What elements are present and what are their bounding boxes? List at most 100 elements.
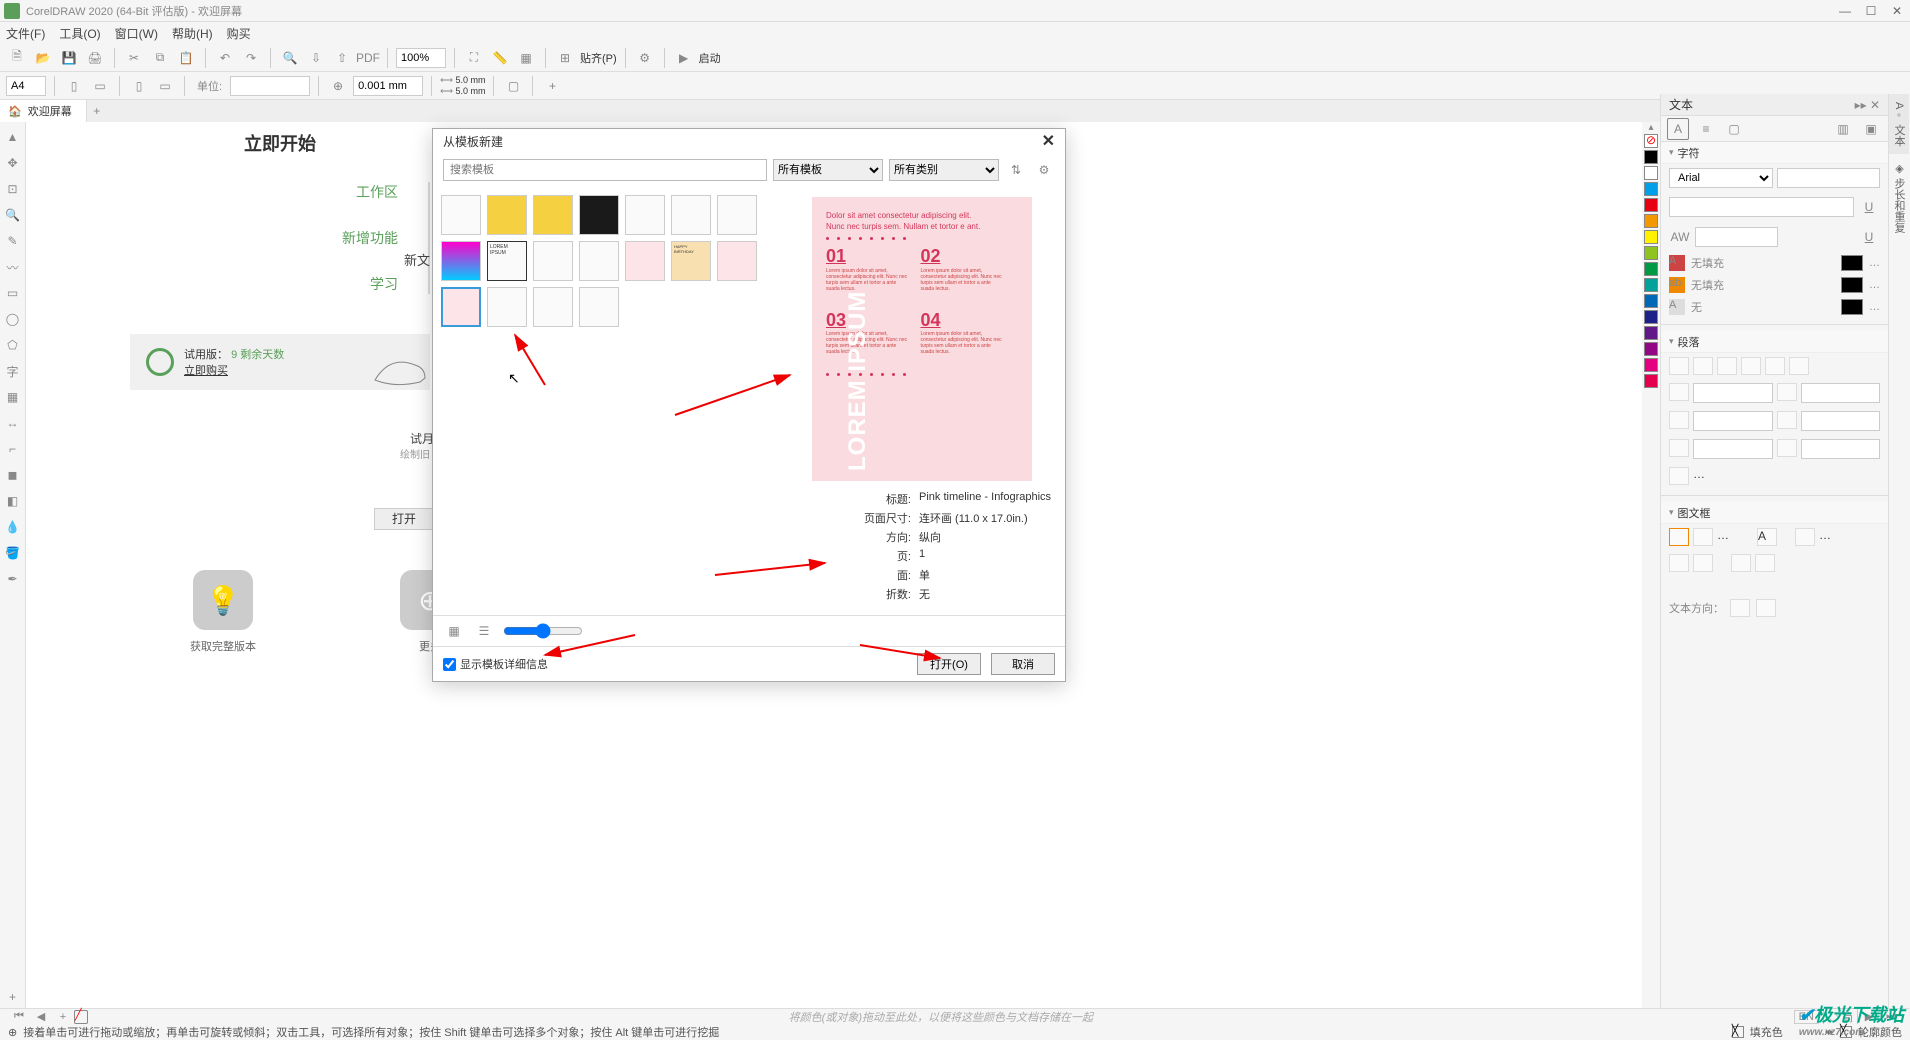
print-icon[interactable]: 🖨 [84, 47, 106, 69]
valign-mid-icon[interactable] [1693, 554, 1713, 572]
template-thumb[interactable] [717, 195, 757, 235]
import-icon[interactable]: ⇩ [305, 47, 327, 69]
kerning-input[interactable] [1695, 227, 1778, 247]
para-mode-icon[interactable]: ≡ [1695, 118, 1717, 140]
color-swatch[interactable] [1644, 358, 1658, 372]
list-view-icon[interactable]: ☰ [473, 620, 495, 642]
current-page-icon[interactable]: ▭ [154, 75, 176, 97]
snap-icon[interactable]: ⊞ [554, 47, 576, 69]
template-thumb[interactable] [487, 287, 527, 327]
template-thumb[interactable] [487, 195, 527, 235]
template-thumb[interactable] [579, 287, 619, 327]
space-after-input[interactable] [1693, 439, 1773, 459]
text-tool-icon[interactable]: 字 [2, 360, 24, 382]
dialog-close-button[interactable]: ✕ [1042, 131, 1055, 151]
template-thumb[interactable]: HAPPY BIRTHDAY [671, 241, 711, 281]
docker-tab-stepnrepeat[interactable]: ◈ 步长和重复 [1889, 154, 1909, 241]
bg-color-swatch[interactable] [1841, 277, 1863, 293]
align-right-icon[interactable] [1717, 357, 1737, 375]
underline-btn-icon[interactable]: U [1858, 226, 1880, 248]
indent-right-input[interactable] [1801, 439, 1881, 459]
outline-none-label[interactable]: 无 [1691, 299, 1835, 315]
outline-color-swatch[interactable] [1841, 299, 1863, 315]
template-thumb[interactable] [441, 195, 481, 235]
char-bg-icon[interactable]: ab [1669, 277, 1685, 293]
color-swatch[interactable] [1644, 198, 1658, 212]
undo-icon[interactable]: ↶ [214, 47, 236, 69]
nav-workspace[interactable]: 工作区 [356, 182, 398, 202]
pick-tool-icon[interactable]: ▲ [2, 126, 24, 148]
paper-size-select[interactable] [6, 76, 46, 96]
artistic-media-icon[interactable]: 〰 [2, 256, 24, 278]
new-doc-icon[interactable]: 🗎 [6, 47, 28, 69]
color-swatch[interactable] [1644, 294, 1658, 308]
bg-none-label[interactable]: 无填充 [1691, 277, 1835, 293]
fill-indicator-swatch[interactable]: ╳ [1732, 1026, 1744, 1038]
open-recent-button[interactable]: 打开 [374, 508, 434, 530]
template-settings-icon[interactable]: ⚙ [1033, 159, 1055, 181]
frame-line-icon[interactable] [1693, 528, 1713, 546]
nav-learn[interactable]: 学习 [370, 274, 398, 294]
frame-text-icon[interactable]: A [1757, 528, 1777, 546]
copy-icon[interactable]: ⧉ [149, 47, 171, 69]
nudge-input[interactable] [353, 76, 423, 96]
frame-cols-more-icon[interactable]: … [1819, 528, 1831, 546]
freehand-tool-icon[interactable]: ✎ [2, 230, 24, 252]
portrait-icon[interactable]: ▯ [63, 75, 85, 97]
all-pages-icon[interactable]: ▯ [128, 75, 150, 97]
transparency-tool-icon[interactable]: ◧ [2, 490, 24, 512]
color-swatch[interactable] [1644, 150, 1658, 164]
quick-customize-icon[interactable]: + [2, 986, 24, 1008]
template-thumb-selected[interactable] [441, 287, 481, 327]
frame-cols-icon[interactable] [1795, 528, 1815, 546]
dup-x-input[interactable]: 5.0 mm [455, 75, 485, 85]
redo-icon[interactable]: ↷ [240, 47, 262, 69]
color-swatch[interactable] [1644, 214, 1658, 228]
template-thumb[interactable] [533, 287, 573, 327]
show-details-checkbox[interactable]: 显示模板详细信息 [443, 656, 548, 672]
section-frame[interactable]: 图文框 [1661, 502, 1888, 524]
launch-icon[interactable]: ▶ [673, 47, 695, 69]
color-swatch[interactable] [1644, 342, 1658, 356]
menu-window[interactable]: 窗口(W) [115, 25, 158, 42]
indent-left-icon[interactable] [1669, 383, 1689, 401]
grid-icon[interactable]: ▦ [515, 47, 537, 69]
effects-icon[interactable]: ▣ [1860, 118, 1882, 140]
buy-now-link[interactable]: 立即购买 [184, 365, 228, 377]
fill-none-label[interactable]: 无填充 [1691, 255, 1835, 271]
color-swatch[interactable] [1644, 230, 1658, 244]
template-thumb[interactable] [579, 241, 619, 281]
color-swatch[interactable] [1644, 310, 1658, 324]
rulers-icon[interactable]: 📏 [489, 47, 511, 69]
treat-as-filled-icon[interactable]: ▢ [502, 75, 524, 97]
minimize-button[interactable]: — [1836, 4, 1854, 18]
launch-label[interactable]: 启动 [699, 50, 721, 66]
publish-pdf-icon[interactable]: PDF [357, 47, 379, 69]
search-icon[interactable]: 🔍 [279, 47, 301, 69]
zoom-tool-icon[interactable]: 🔍 [2, 204, 24, 226]
connector-tool-icon[interactable]: ⌐ [2, 438, 24, 460]
space-before-input[interactable] [1693, 411, 1773, 431]
palette-up-arrow[interactable]: ▴ [1642, 122, 1660, 133]
fill-color-swatch[interactable] [1841, 255, 1863, 271]
close-button[interactable]: ✕ [1888, 4, 1906, 18]
valign-top-icon[interactable] [1669, 554, 1689, 572]
no-fill-swatch[interactable]: ╱ [74, 1010, 88, 1024]
outline-more-icon[interactable]: … [1869, 301, 1880, 313]
valign-bot-icon[interactable] [1731, 554, 1751, 572]
template-thumb[interactable] [579, 195, 619, 235]
font-size-input[interactable] [1777, 168, 1881, 188]
shape-tool-icon[interactable]: ✥ [2, 152, 24, 174]
thumb-view-icon[interactable]: ▦ [443, 620, 465, 642]
polygon-tool-icon[interactable]: ⬠ [2, 334, 24, 356]
dropshadow-tool-icon[interactable]: ◼ [2, 464, 24, 486]
valign-just-icon[interactable] [1755, 554, 1775, 572]
fullscreen-icon[interactable]: ⛶ [463, 47, 485, 69]
snap-label[interactable]: 贴齐(P) [580, 50, 617, 66]
indent-left-input[interactable] [1693, 383, 1773, 403]
align-center-icon[interactable] [1693, 357, 1713, 375]
template-filter-select[interactable]: 所有模板 [773, 159, 883, 181]
new-doc-label[interactable]: 新文 [404, 250, 430, 269]
template-thumb[interactable] [717, 241, 757, 281]
color-swatch[interactable] [1644, 166, 1658, 180]
